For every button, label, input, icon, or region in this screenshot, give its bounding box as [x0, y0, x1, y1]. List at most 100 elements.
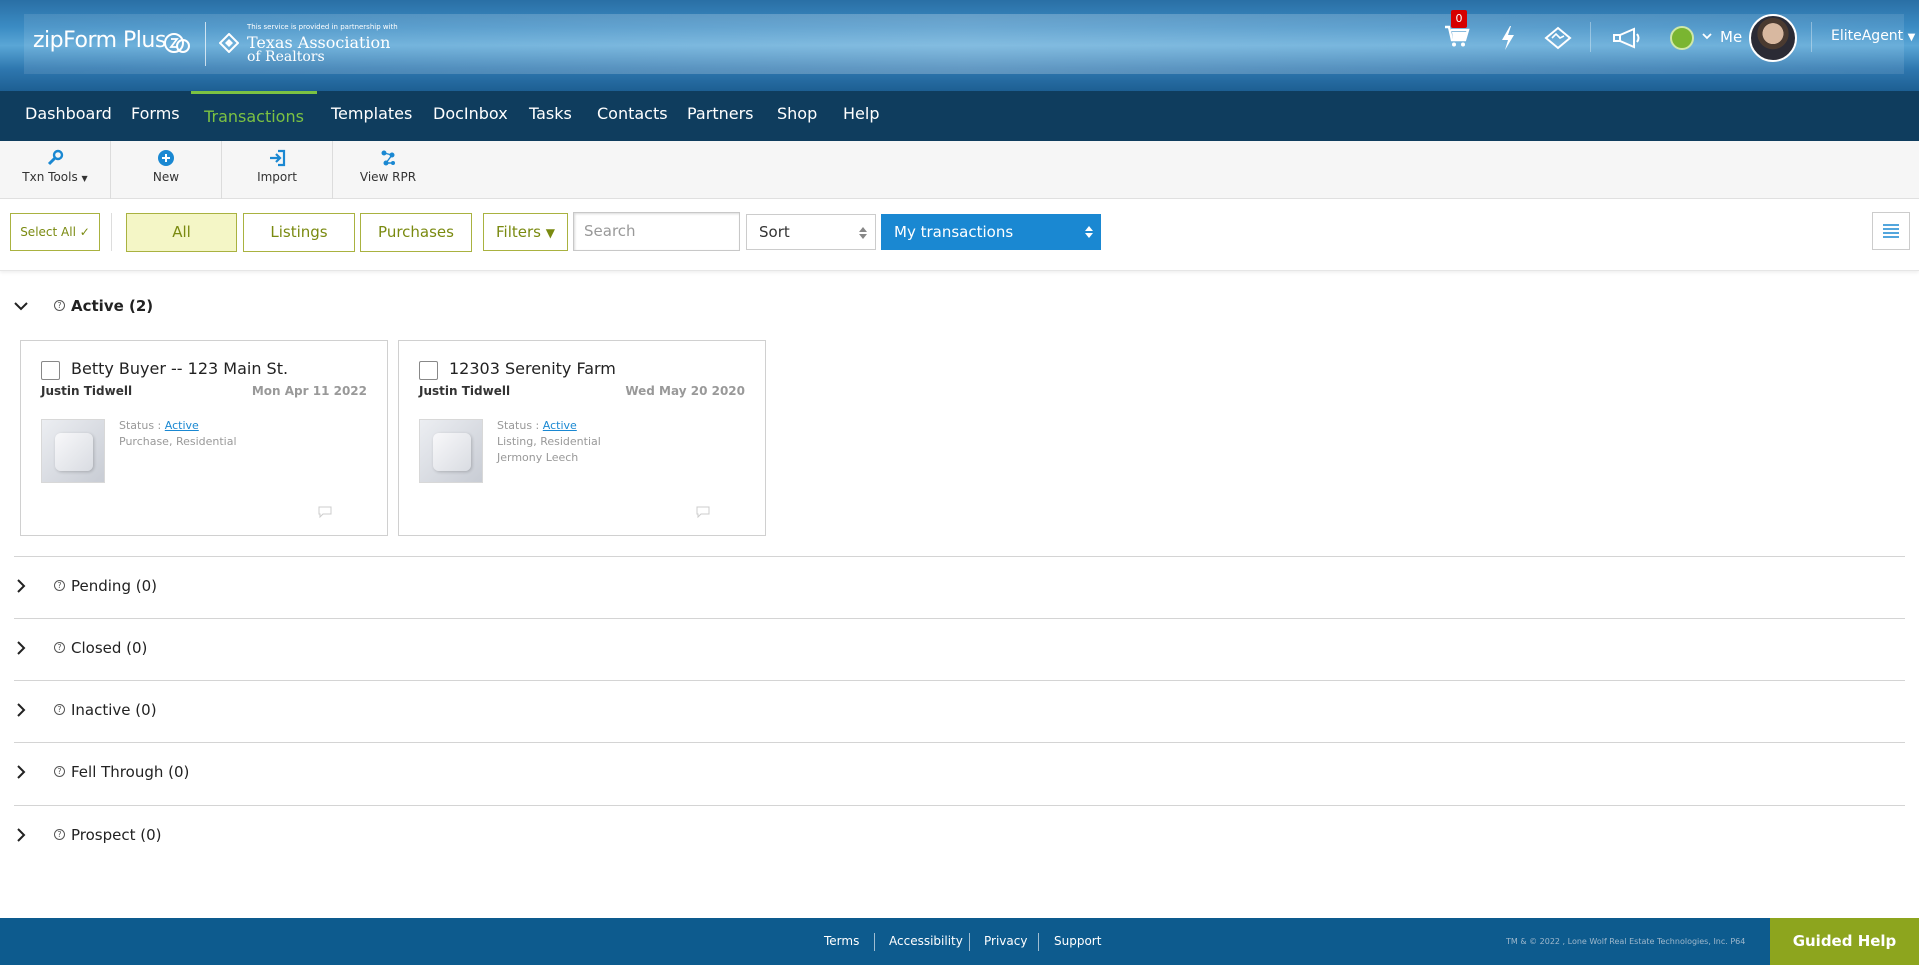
filter-divider	[111, 213, 112, 251]
sort-select[interactable]: Sort	[746, 214, 876, 250]
partner-name-line2: of Realtors	[247, 49, 325, 65]
footer-divider	[1038, 933, 1039, 951]
list-icon	[1883, 224, 1899, 238]
import-icon	[270, 149, 286, 167]
status-label: Status :	[119, 419, 162, 432]
chevron-right-icon	[17, 765, 26, 779]
card-title[interactable]: Betty Buyer -- 123 Main St.	[71, 359, 288, 378]
import-button[interactable]: Import	[222, 141, 332, 199]
footer-privacy-link[interactable]: Privacy	[984, 918, 1027, 965]
me-menu-label[interactable]: Me	[1720, 28, 1742, 46]
chevron-down-icon[interactable]	[1701, 30, 1713, 42]
chevron-right-icon	[17, 828, 26, 842]
nav-shop[interactable]: Shop	[777, 91, 817, 141]
nav-help[interactable]: Help	[843, 91, 879, 141]
filters-button[interactable]: Filters ▼	[483, 213, 568, 251]
nav-templates[interactable]: Templates	[331, 91, 412, 141]
help-circle-icon[interactable]: ?	[54, 642, 65, 653]
transaction-scope-select[interactable]: My transactions	[881, 214, 1101, 250]
user-menu[interactable]: EliteAgent ▼	[1831, 28, 1915, 44]
section-label: Inactive (0)	[71, 701, 157, 719]
section-inactive[interactable]: ? Inactive (0)	[0, 681, 1919, 741]
nav-transactions[interactable]: Transactions	[191, 91, 317, 141]
megaphone-icon[interactable]	[1612, 27, 1642, 49]
footer-accessibility-link[interactable]: Accessibility	[889, 918, 963, 965]
help-circle-icon[interactable]: ?	[54, 829, 65, 840]
lightning-icon[interactable]	[1499, 25, 1517, 51]
card-agent: Justin Tidwell	[419, 384, 511, 398]
card-checkbox[interactable]	[41, 361, 60, 380]
card-title[interactable]: 12303 Serenity Farm	[449, 359, 616, 378]
section-fell-through[interactable]: ? Fell Through (0)	[0, 743, 1919, 803]
network-icon	[381, 150, 395, 166]
footer-terms-link[interactable]: Terms	[824, 918, 859, 965]
nav-partners[interactable]: Partners	[687, 91, 753, 141]
txn-tools-label: Txn Tools	[22, 170, 78, 184]
section-label: Prospect (0)	[71, 826, 162, 844]
card-date: Mon Apr 11 2022	[251, 384, 367, 398]
copyright-text: TM & © 2022 , Lone Wolf Real Estate Tech…	[1506, 937, 1746, 946]
status-link[interactable]: Active	[165, 419, 199, 432]
section-closed[interactable]: ? Closed (0)	[0, 619, 1919, 679]
handshake-icon[interactable]	[1544, 26, 1572, 50]
property-thumbnail[interactable]	[419, 419, 483, 483]
footer-support-link[interactable]: Support	[1054, 918, 1101, 965]
card-agent: Justin Tidwell	[41, 384, 133, 398]
header-divider	[1590, 22, 1591, 52]
filter-all-button[interactable]: All	[126, 213, 237, 252]
status-link[interactable]: Active	[543, 419, 577, 432]
view-rpr-button[interactable]: View RPR	[333, 141, 443, 199]
updown-arrows-icon	[859, 227, 867, 239]
section-label: Closed (0)	[71, 639, 148, 657]
help-circle-icon[interactable]: ?	[54, 580, 65, 591]
nav-dashboard[interactable]: Dashboard	[25, 91, 112, 141]
status-label: Status :	[497, 419, 540, 432]
user-name: EliteAgent	[1831, 28, 1904, 44]
card-contact: Jermony Leech	[497, 451, 579, 464]
view-rpr-label: View RPR	[359, 170, 417, 184]
chevron-right-icon	[17, 641, 26, 655]
list-view-toggle[interactable]	[1872, 212, 1910, 250]
select-all-button[interactable]: Select All ✓	[10, 213, 100, 251]
property-thumbnail[interactable]	[41, 419, 105, 483]
status-indicator-icon[interactable]	[1670, 26, 1694, 50]
import-label: Import	[257, 170, 297, 184]
house-placeholder-icon	[433, 433, 471, 471]
nav-docinbox[interactable]: DocInbox	[433, 91, 508, 141]
header-divider	[1811, 22, 1812, 52]
nav-tasks[interactable]: Tasks	[529, 91, 572, 141]
card-checkbox[interactable]	[419, 361, 438, 380]
section-label: Active (2)	[71, 297, 154, 315]
help-circle-icon[interactable]: ?	[54, 300, 65, 311]
help-circle-icon[interactable]: ?	[54, 766, 65, 777]
filters-label: Filters	[496, 223, 541, 241]
app-logo[interactable]: zipForm Plus	[33, 28, 166, 53]
section-active[interactable]: ? Active (2)	[0, 280, 1919, 340]
section-prospect[interactable]: ? Prospect (0)	[0, 806, 1919, 866]
filter-listings-button[interactable]: Listings	[243, 213, 355, 252]
caret-down-icon: ▼	[81, 174, 88, 183]
card-status: Status : Active	[119, 419, 199, 432]
help-circle-icon[interactable]: ?	[54, 704, 65, 715]
avatar[interactable]	[1749, 14, 1797, 62]
comment-icon[interactable]	[696, 506, 710, 518]
wrench-icon	[47, 149, 64, 166]
comment-icon[interactable]	[318, 506, 332, 518]
logo-divider	[205, 22, 206, 66]
footer-divider	[969, 933, 970, 951]
transaction-card[interactable]: Betty Buyer -- 123 Main St. Justin Tidwe…	[20, 340, 388, 536]
search-input[interactable]: Search	[573, 212, 740, 251]
card-type: Listing, Residential	[497, 435, 601, 448]
guided-help-button[interactable]: Guided Help	[1770, 918, 1919, 965]
transaction-card[interactable]: 12303 Serenity Farm Justin Tidwell Wed M…	[398, 340, 766, 536]
section-pending[interactable]: ? Pending (0)	[0, 557, 1919, 617]
plus-circle-icon	[158, 150, 174, 166]
nav-forms[interactable]: Forms	[131, 91, 180, 141]
check-icon: ✓	[79, 225, 90, 239]
updown-arrows-icon	[1085, 226, 1093, 238]
txn-tools-button[interactable]: Txn Tools ▼	[0, 141, 110, 199]
nav-contacts[interactable]: Contacts	[597, 91, 668, 141]
filter-purchases-button[interactable]: Purchases	[360, 213, 472, 252]
new-button[interactable]: New	[111, 141, 221, 199]
chevron-right-icon	[17, 703, 26, 717]
